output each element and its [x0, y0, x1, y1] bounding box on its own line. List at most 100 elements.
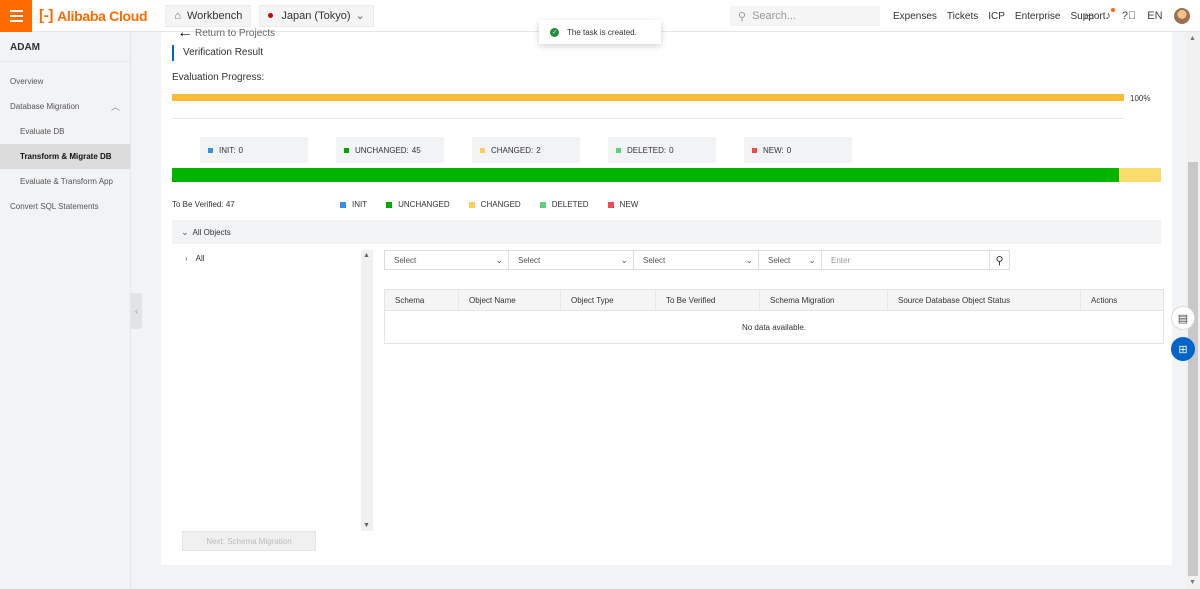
region-selector[interactable]: Japan (Tokyo) ⌄ — [259, 4, 374, 27]
sidebar-item-label: Overview — [10, 77, 44, 86]
legend-swatch — [607, 201, 614, 208]
scroll-down-icon[interactable]: ▼ — [363, 522, 370, 529]
feedback-chat-button[interactable]: ▤ — [1171, 306, 1195, 330]
tree-node-all[interactable]: › All — [185, 254, 205, 263]
divider — [172, 118, 1124, 119]
sidebar-item-transform-migrate-db[interactable]: Transform & Migrate DB — [0, 144, 130, 169]
sidebar: ADAM Overview Database Migration ︿ Evalua… — [0, 32, 131, 589]
scroll-down-icon[interactable]: ▼ — [1189, 579, 1196, 586]
schema-select[interactable]: Select ⌄ — [384, 250, 509, 270]
sidebar-item-evaluate-transform-app[interactable]: Evaluate & Transform App — [0, 169, 130, 194]
legend-item-unchanged: UNCHANGED — [386, 200, 450, 209]
help-icon[interactable]: ?⃝ — [1122, 10, 1136, 22]
all-objects-label: All Objects — [192, 227, 231, 237]
migration-status-select[interactable]: Select ⌄ — [634, 250, 759, 270]
brand-logo[interactable]: [-] Alibaba Cloud — [39, 7, 148, 24]
legend-label: DELETED — [551, 200, 589, 209]
filter-bar: Select ⌄ Select ⌄ Select ⌄ Select ⌄ Enter ⚲ — [384, 250, 1010, 270]
bell-icon[interactable]: ♪ — [1105, 8, 1115, 22]
stat-value: 2 — [536, 145, 541, 155]
legend-label: CHANGED — [480, 200, 521, 209]
column-header[interactable]: Object Type — [561, 290, 656, 310]
column-header[interactable]: Schema — [385, 290, 459, 310]
column-header[interactable]: To Be Verified — [656, 290, 760, 310]
section-title: Verification Result — [172, 45, 263, 61]
link-icp[interactable]: ICP — [988, 11, 1005, 22]
stat-color-swatch — [344, 147, 349, 153]
arrow-left-icon: ← — [177, 24, 193, 40]
sidebar-item-database-migration[interactable]: Database Migration ︿ — [0, 94, 130, 119]
object-tree: › All ▲ ▼ — [172, 250, 373, 531]
main-panel: ← Return to Projects Verification Result … — [161, 24, 1172, 565]
scroll-up-icon[interactable]: ▲ — [1189, 35, 1196, 42]
chevron-down-icon: ⌄ — [355, 10, 365, 22]
chevron-down-icon: ⌄ — [495, 254, 503, 265]
keyword-input[interactable]: Enter — [822, 250, 990, 270]
to-be-verified-value: 47 — [225, 200, 235, 209]
stat-label: DELETED: — [627, 145, 667, 155]
region-label: Japan (Tokyo) — [281, 9, 351, 22]
status-segment-unchanged — [172, 168, 1119, 182]
japan-flag-icon — [268, 13, 274, 18]
stat-color-swatch — [208, 147, 213, 153]
sidebar-title: ADAM — [0, 32, 130, 62]
legend-label: NEW — [619, 200, 639, 209]
object-type-select[interactable]: Select ⌄ — [509, 250, 634, 270]
legend-item-new: NEW — [607, 200, 639, 209]
top-icons: ▭ ♪ ?⃝ EN — [1084, 0, 1190, 32]
stat-value: 0 — [669, 145, 674, 155]
grid-icon: ⊞ — [1178, 343, 1188, 356]
menu-icon[interactable] — [0, 0, 32, 32]
scroll-up-icon[interactable]: ▲ — [363, 252, 370, 259]
status-segment-changed — [1118, 168, 1161, 182]
apps-button[interactable]: ⊞ — [1171, 337, 1195, 361]
select-value: Select — [394, 255, 417, 265]
tree-scrollbar[interactable]: ▲ ▼ — [361, 250, 373, 531]
link-tickets[interactable]: Tickets — [947, 11, 978, 22]
column-header[interactable]: Schema Migration — [760, 290, 888, 310]
stat-color-swatch — [616, 147, 621, 153]
search-field-select[interactable]: Select ⌄ — [759, 250, 822, 270]
chevron-right-icon: › — [185, 254, 188, 263]
return-to-projects-link[interactable]: ← Return to Projects — [177, 24, 275, 40]
chevron-down-icon: ⌄ — [181, 226, 189, 237]
success-toast: ✓ The task is created. — [539, 20, 661, 44]
alibaba-logo-icon: [-] — [39, 7, 54, 24]
all-objects-toggle[interactable]: ⌄ All Objects — [172, 220, 1161, 244]
legend-item-init: INIT — [340, 200, 367, 209]
sidebar-item-convert-sql[interactable]: Convert SQL Statements — [0, 194, 130, 219]
terminal-icon[interactable]: ▭ — [1084, 10, 1094, 23]
chevron-down-icon: ⌄ — [745, 254, 753, 265]
global-search-input[interactable]: ⚲ Search... — [730, 6, 880, 26]
link-expenses[interactable]: Expenses — [893, 11, 937, 22]
search-button[interactable]: ⚲ — [990, 250, 1010, 270]
check-circle-icon: ✓ — [550, 27, 559, 37]
workbench-label: Workbench — [186, 9, 243, 22]
link-enterprise[interactable]: Enterprise — [1015, 11, 1061, 22]
scrollbar-thumb[interactable] — [1188, 162, 1198, 576]
stat-card-changed: CHANGED: 2 — [472, 137, 580, 163]
column-header[interactable]: Object Name — [459, 290, 561, 310]
search-placeholder: Search... — [752, 10, 797, 22]
home-icon: ⌂ — [174, 9, 181, 22]
objects-table: Schema Object Name Object Type To Be Ver… — [384, 289, 1164, 344]
sidebar-collapse-handle[interactable]: ‹ — [131, 293, 142, 329]
language-switch[interactable]: EN — [1147, 10, 1162, 22]
legend-label: INIT — [352, 200, 368, 209]
sidebar-item-overview[interactable]: Overview — [0, 69, 130, 94]
chevron-up-icon: ︿ — [110, 102, 120, 112]
next-schema-migration-button[interactable]: Next: Schema Migration — [182, 531, 316, 551]
stat-label: CHANGED: — [491, 145, 534, 155]
stat-card-unchanged: UNCHANGED: 45 — [336, 137, 444, 163]
stat-card-new: NEW: 0 — [744, 137, 852, 163]
sidebar-item-evaluate-db[interactable]: Evaluate DB — [0, 119, 130, 144]
column-header[interactable]: Source Database Object Status — [888, 290, 1081, 310]
search-icon: ⚲ — [995, 254, 1004, 267]
stat-value: 0 — [238, 145, 243, 155]
to-be-verified-label: To Be Verified: — [172, 200, 224, 209]
stat-card-init: INIT: 0 — [200, 137, 308, 163]
stat-value: 45 — [411, 145, 421, 155]
stat-label: INIT: — [219, 145, 236, 155]
avatar[interactable] — [1173, 8, 1190, 24]
stat-label: NEW: — [763, 145, 784, 155]
